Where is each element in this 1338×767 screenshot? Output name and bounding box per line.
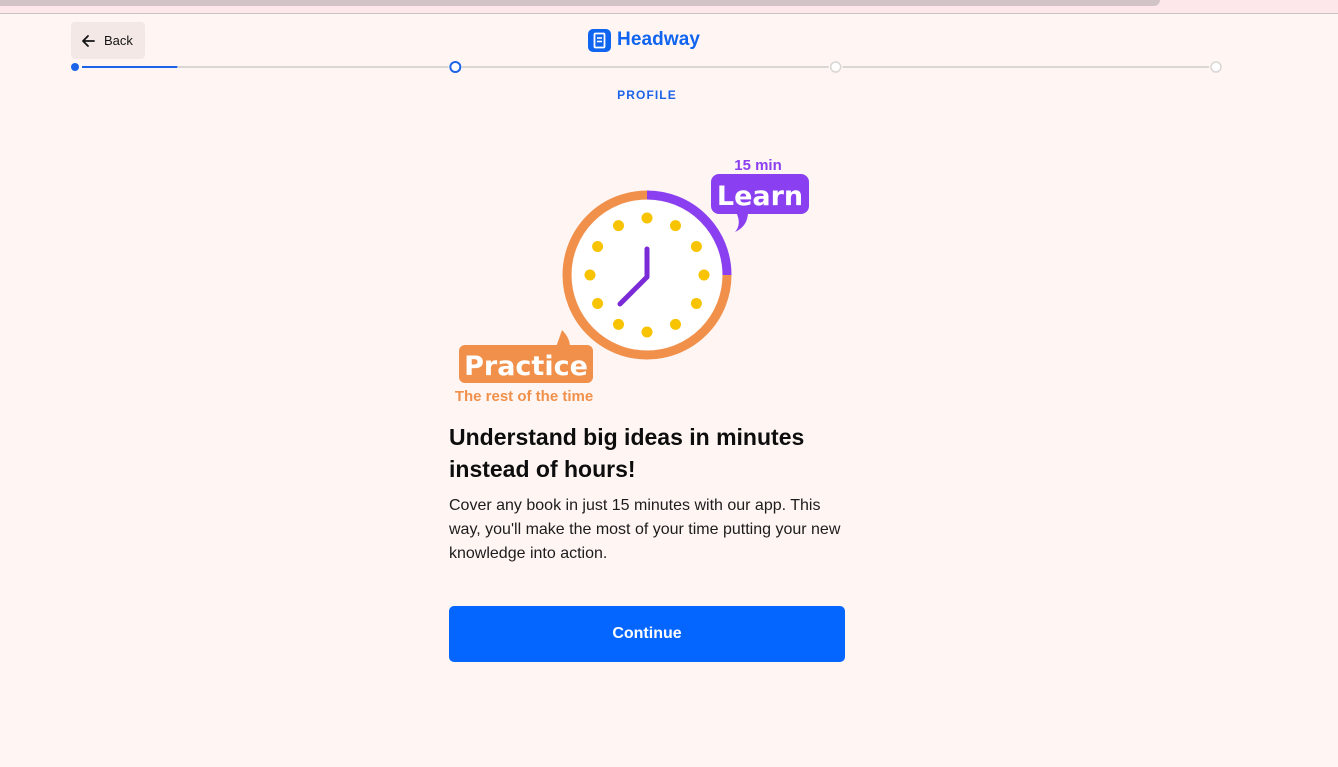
clock-dot	[592, 298, 604, 309]
progress-step-3	[829, 61, 842, 73]
continue-button[interactable]: Continue	[449, 606, 845, 662]
progress-bar	[71, 61, 1222, 73]
progress-step-2	[449, 61, 462, 73]
practice-label: Practice	[464, 351, 588, 382]
clock-dot	[670, 220, 681, 232]
progress-step-1	[71, 63, 79, 71]
logo-text: Headway	[617, 29, 701, 50]
clock-dot	[641, 326, 653, 338]
learn-bubble-tail	[735, 212, 748, 232]
clock-dot	[613, 220, 624, 232]
learn-duration: 15 min	[734, 157, 782, 174]
clock-dot	[690, 298, 702, 309]
headway-logo: Headway	[588, 28, 700, 52]
clock-illustration: 15 min Learn Practice The rest of the ti…	[455, 157, 809, 405]
clock-dot	[690, 241, 702, 252]
back-button[interactable]: Back	[71, 22, 145, 59]
headline: Understand big ideas in minutes instead …	[449, 424, 805, 482]
clock-dot	[670, 318, 681, 330]
progress-step-4	[1210, 61, 1222, 73]
browser-top-strip	[0, 0, 1338, 14]
content-block: Understand big ideas in minutes instead …	[449, 421, 845, 566]
step-label: PROFILE	[617, 88, 677, 102]
clock-dot	[641, 212, 653, 224]
practice-bubble-tail	[556, 330, 570, 347]
arrow-left-icon	[82, 34, 95, 47]
clock-dot	[698, 269, 710, 281]
clock-dot	[592, 241, 604, 252]
back-label: Back	[104, 33, 133, 48]
practice-subtitle: The rest of the time	[455, 388, 593, 405]
scrollbar[interactable]	[0, 0, 1160, 6]
learn-label: Learn	[717, 181, 803, 212]
body-text: Cover any book in just 15 minutes with o…	[449, 497, 841, 562]
book-icon	[588, 28, 611, 52]
clock-dot	[584, 269, 596, 281]
clock-dot	[613, 318, 624, 330]
